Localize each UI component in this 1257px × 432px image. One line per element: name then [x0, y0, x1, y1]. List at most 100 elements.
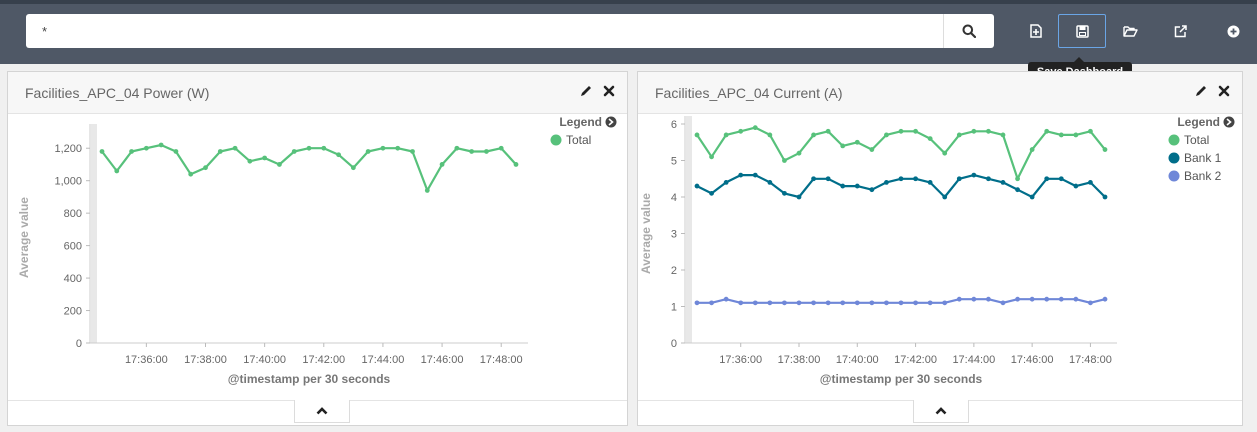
- x-tick-label: 17:38:00: [184, 354, 227, 366]
- data-point: [913, 300, 918, 306]
- new-dashboard-button[interactable]: [1012, 14, 1060, 48]
- search-button[interactable]: [943, 14, 994, 48]
- data-point: [484, 149, 489, 154]
- save-icon: [1075, 24, 1089, 38]
- data-point: [913, 176, 918, 182]
- legend-item-total: Total: [1184, 133, 1209, 147]
- data-point: [350, 165, 356, 171]
- data-point: [1029, 194, 1035, 200]
- data-point: [956, 176, 962, 182]
- power-panel: Facilities_APC_04 Power (W) 0 200 400 600 80…: [7, 71, 628, 426]
- power-chart: 0 200 400 600 800 1,000 1,200 17:36:00 17:38:00 1…: [17, 115, 617, 386]
- data-point: [1073, 296, 1079, 302]
- data-point: [956, 132, 962, 138]
- data-point: [723, 296, 729, 302]
- x-tick-label: 17:44:00: [362, 354, 405, 366]
- data-point: [927, 300, 933, 306]
- data-point: [738, 172, 744, 178]
- data-point: [158, 142, 164, 148]
- y-axis-label: Average value: [17, 197, 31, 278]
- data-point: [262, 155, 268, 161]
- plus-circle-icon: [1227, 25, 1239, 37]
- x-tick-label: 17:48:00: [1069, 354, 1112, 366]
- data-point: [694, 300, 700, 306]
- data-point: [767, 300, 773, 306]
- data-point: [454, 145, 460, 151]
- pencil-icon[interactable]: [579, 84, 593, 98]
- data-point: [1000, 300, 1006, 306]
- x-axis-label: @timestamp per 30 seconds: [820, 372, 983, 386]
- data-point: [1015, 187, 1020, 193]
- data-point: [898, 176, 904, 182]
- data-point: [1058, 176, 1064, 182]
- panel-title: Facilities_APC_04 Current (A): [655, 85, 843, 101]
- data-point: [694, 183, 700, 189]
- y-tick-label: 800: [64, 208, 82, 220]
- top-navigation-bar: [0, 0, 1257, 64]
- collapse-button[interactable]: [913, 400, 969, 423]
- data-point: [854, 139, 860, 145]
- data-point: [825, 128, 831, 134]
- panel-footer: [8, 400, 627, 425]
- new-dashboard-icon: [1030, 24, 1042, 38]
- data-point: [869, 300, 875, 306]
- data-point: [854, 300, 860, 306]
- x-tick-label: 17:40:00: [836, 354, 879, 366]
- x-tick-label: 17:36:00: [719, 354, 762, 366]
- data-point: [1088, 300, 1093, 306]
- data-point: [971, 172, 977, 178]
- save-dashboard-button[interactable]: [1058, 14, 1106, 48]
- data-point: [1088, 128, 1093, 134]
- data-point: [321, 145, 327, 151]
- data-point: [1015, 296, 1020, 302]
- data-point: [188, 171, 194, 177]
- data-point: [469, 149, 475, 154]
- data-point: [942, 194, 948, 200]
- legend-swatch: [550, 134, 562, 146]
- legend-swatch: [1168, 134, 1180, 146]
- data-point: [709, 190, 714, 196]
- data-point: [840, 143, 846, 149]
- data-point: [203, 165, 208, 171]
- pencil-icon[interactable]: [1194, 84, 1208, 98]
- data-point: [498, 145, 504, 151]
- data-point: [395, 145, 401, 151]
- x-tick-label: 17:38:00: [778, 354, 821, 366]
- x-tick-label: 17:40:00: [243, 354, 286, 366]
- data-point: [738, 300, 744, 306]
- data-point: [767, 132, 773, 138]
- data-point: [898, 128, 904, 134]
- close-icon[interactable]: [1218, 84, 1230, 98]
- data-point: [884, 132, 889, 138]
- data-point: [971, 128, 977, 134]
- data-point: [986, 128, 991, 134]
- y-tick-label: 3: [671, 229, 677, 241]
- data-point: [217, 149, 223, 154]
- search-input[interactable]: [26, 14, 942, 48]
- options-button[interactable]: [1209, 14, 1257, 48]
- x-tick-label: 17:46:00: [1011, 354, 1054, 366]
- data-point: [986, 176, 991, 182]
- data-point: [898, 300, 904, 306]
- data-point: [825, 176, 831, 182]
- data-point: [1015, 176, 1020, 182]
- data-point: [986, 296, 991, 302]
- data-point: [840, 183, 846, 189]
- share-icon: [1174, 24, 1187, 37]
- data-point: [1044, 296, 1050, 302]
- panel-footer: [638, 400, 1242, 425]
- data-point: [1088, 180, 1093, 185]
- data-point: [1000, 180, 1006, 185]
- close-icon[interactable]: [603, 84, 615, 98]
- open-dashboard-button[interactable]: [1106, 14, 1154, 48]
- data-point: [1044, 128, 1050, 134]
- data-point: [825, 300, 831, 306]
- data-point: [752, 300, 758, 306]
- data-point: [723, 132, 729, 138]
- top-strip: [0, 0, 1257, 4]
- data-point: [1029, 147, 1035, 152]
- y-tick-label: 6: [671, 119, 677, 131]
- share-dashboard-button[interactable]: [1156, 14, 1204, 48]
- collapse-button[interactable]: [294, 400, 350, 423]
- chevron-up-icon: [935, 407, 947, 415]
